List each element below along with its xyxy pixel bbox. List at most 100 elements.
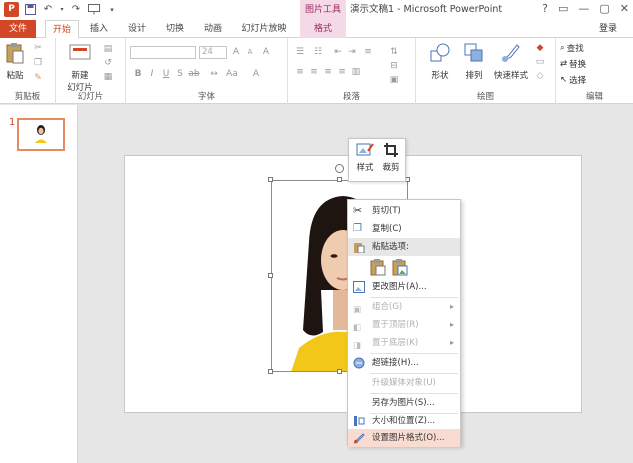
tab-file[interactable]: 文件 <box>0 20 36 38</box>
tab-format[interactable]: 格式 <box>300 20 346 38</box>
undo-dropdown-icon[interactable]: ▾ <box>59 3 65 17</box>
font-color-icon[interactable]: A <box>250 68 262 80</box>
copy-icon: ❐ <box>353 223 362 234</box>
select-cursor-icon: ↖ <box>560 75 568 85</box>
picture-style-button[interactable]: 样式 <box>352 142 378 173</box>
menu-item-format-picture[interactable]: 设置图片格式(O)... <box>348 429 460 447</box>
login-link[interactable]: 登录 <box>599 20 617 38</box>
maximize-icon[interactable]: ▢ <box>599 2 609 15</box>
tab-slideshow[interactable]: 幻灯片放映 <box>237 20 291 38</box>
reset-icon[interactable]: ↺ <box>102 57 114 69</box>
ribbon-display-options-icon[interactable]: ▭ <box>558 2 568 15</box>
powerpoint-logo-icon: P <box>4 2 19 17</box>
cut-icon[interactable]: ✂ <box>32 42 44 54</box>
font-size-combo[interactable]: 24 <box>199 46 227 59</box>
justify-icon[interactable]: ≡ <box>336 66 348 78</box>
menu-item-change-picture[interactable]: 更改图片(A)... <box>348 278 460 296</box>
drawing-group: 形状 排列 快速样式 ◆ ▭ ◇ 绘图 <box>416 38 556 104</box>
menu-item-upgrade-media[interactable]: 升级媒体对象(U) <box>348 374 460 392</box>
resize-handle-tl[interactable] <box>268 177 273 182</box>
shape-fill-icon[interactable]: ◆ <box>534 42 546 54</box>
group-icon: ▣ <box>353 305 362 315</box>
tab-animations[interactable]: 动画 <box>198 20 228 38</box>
find-button[interactable]: ⌕ 查找 <box>560 42 584 54</box>
rotation-handle-icon[interactable] <box>335 164 344 173</box>
redo-icon[interactable]: ↷ <box>69 3 83 17</box>
align-text-icon[interactable]: ⊟ <box>388 60 400 72</box>
grow-font-icon[interactable]: A <box>230 46 242 58</box>
clear-format-icon[interactable]: A <box>260 46 272 58</box>
replace-button[interactable]: ⇄ 替换 <box>560 58 586 70</box>
close-icon[interactable]: ✕ <box>620 2 629 15</box>
strikethrough-icon[interactable]: ab <box>188 68 200 80</box>
align-left-icon[interactable]: ≡ <box>294 66 306 78</box>
menu-item-cut[interactable]: ✂ 剪切(T) <box>348 202 460 220</box>
shapes-icon <box>430 43 450 62</box>
copy-icon[interactable]: ❐ <box>32 57 44 69</box>
menu-header-paste-options: 粘贴选项: <box>348 238 460 256</box>
font-name-combo[interactable] <box>130 46 196 59</box>
change-case-icon[interactable]: Aa <box>226 68 238 80</box>
smartart-icon[interactable]: ▣ <box>388 74 400 86</box>
slide-thumbnail[interactable] <box>17 118 65 151</box>
tab-home[interactable]: 开始 <box>45 20 79 39</box>
ribbon-tabs: 文件 开始 插入 设计 切换 动画 幻灯片放映 格式 登录 <box>0 20 633 39</box>
arrange-button[interactable]: 排列 <box>460 42 488 81</box>
menu-item-save-as-picture[interactable]: 另存为图片(S)... <box>348 394 460 412</box>
columns-icon[interactable]: ▥ <box>350 66 362 78</box>
shadow-button[interactable]: S <box>174 68 186 80</box>
mini-toolbar: 样式 裁剪 <box>348 138 406 182</box>
tab-design[interactable]: 设计 <box>122 20 152 38</box>
undo-icon[interactable]: ↶ <box>41 3 55 17</box>
tab-transitions[interactable]: 切换 <box>160 20 190 38</box>
format-painter-icon[interactable]: ✎ <box>32 72 44 84</box>
shapes-button[interactable]: 形状 <box>426 42 454 81</box>
numbering-icon[interactable]: ☷ <box>312 46 324 58</box>
menu-item-bring-to-front[interactable]: ◧ 置于顶层(R) ▸ <box>348 316 460 334</box>
decrease-indent-icon[interactable]: ⇤ <box>332 46 344 58</box>
line-spacing-icon[interactable]: ≡ <box>362 46 374 58</box>
shrink-font-icon[interactable]: A <box>244 46 256 58</box>
save-icon[interactable] <box>23 3 37 17</box>
customize-qat-icon[interactable]: ▾ <box>105 3 119 17</box>
arrange-icon <box>464 43 483 62</box>
section-icon[interactable]: ▦ <box>102 71 114 83</box>
paste-keep-source-icon[interactable] <box>370 258 386 279</box>
paste-button[interactable]: 粘贴 <box>3 42 27 81</box>
resize-handle-bl[interactable] <box>268 369 273 374</box>
resize-handle-l[interactable] <box>268 273 273 278</box>
minimize-icon[interactable]: — <box>578 2 589 15</box>
menu-item-hyperlink[interactable]: 超链接(H)... <box>348 354 460 372</box>
increase-indent-icon[interactable]: ⇥ <box>346 46 358 58</box>
help-icon[interactable]: ? <box>542 2 548 15</box>
resize-handle-b[interactable] <box>337 369 342 374</box>
align-right-icon[interactable]: ≡ <box>322 66 334 78</box>
paste-as-picture-icon[interactable] <box>392 258 408 279</box>
bullets-icon[interactable]: ☰ <box>294 46 306 58</box>
text-direction-icon[interactable]: ⇅ <box>388 46 400 58</box>
shape-outline-icon[interactable]: ▭ <box>534 56 546 68</box>
menu-item-size-and-position[interactable]: 大小和位置(Z)... <box>348 412 460 430</box>
select-button[interactable]: ↖ 选择 <box>560 74 586 86</box>
menu-item-group[interactable]: ▣ 组合(G) ▸ <box>348 298 460 316</box>
menu-item-send-to-back[interactable]: ◨ 置于底层(K) ▸ <box>348 334 460 352</box>
window-controls: ? ▭ — ▢ ✕ <box>542 2 629 15</box>
tab-insert[interactable]: 插入 <box>84 20 114 38</box>
start-slideshow-icon[interactable] <box>87 3 101 17</box>
align-center-icon[interactable]: ≡ <box>308 66 320 78</box>
replace-icon: ⇄ <box>560 59 568 69</box>
quick-styles-button[interactable]: 快速样式 <box>492 42 530 81</box>
new-slide-button[interactable]: 新建 幻灯片 <box>62 42 98 93</box>
shape-effects-icon[interactable]: ◇ <box>534 70 546 82</box>
crop-button[interactable]: 裁剪 <box>378 142 404 173</box>
bold-button[interactable]: B <box>132 68 144 80</box>
layout-icon[interactable]: ▤ <box>102 43 114 55</box>
italic-button[interactable]: I <box>146 68 158 80</box>
crop-label: 裁剪 <box>382 163 400 173</box>
menu-header-paste-label: 粘贴选项: <box>372 242 409 252</box>
char-spacing-icon[interactable]: ↔ <box>208 68 220 80</box>
resize-handle-t[interactable] <box>337 177 342 182</box>
underline-button[interactable]: U <box>160 68 172 80</box>
paragraph-group: ☰ ☷ ⇤ ⇥ ≡ ⇅ ≡ ≡ ≡ ≡ ▥ ⊟ ▣ 段落 <box>288 38 416 104</box>
menu-item-copy[interactable]: ❐ 复制(C) <box>348 220 460 238</box>
